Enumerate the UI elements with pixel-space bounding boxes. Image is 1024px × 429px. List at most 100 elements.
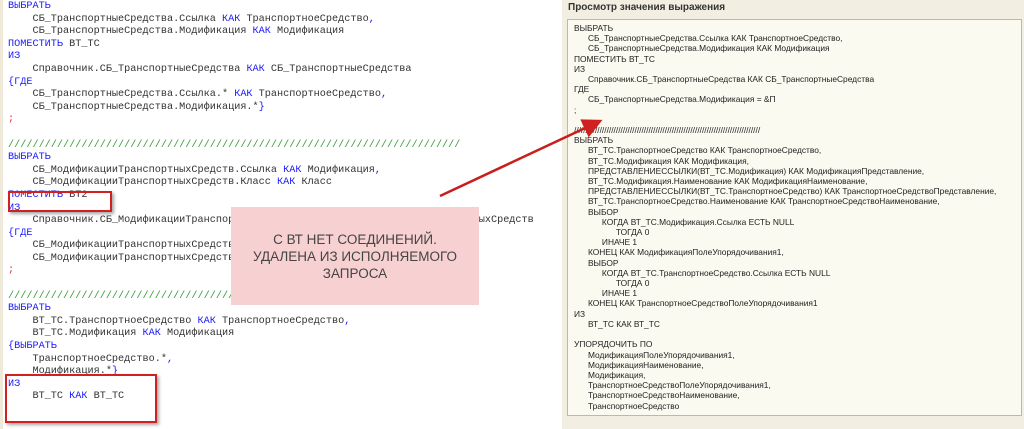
code-token: СБ_ТранспортныеСредства.Ссылка: [8, 13, 222, 25]
expression-line: МодификацияНаименование,: [574, 359, 704, 370]
code-token: СБ_МодификацииТранспортныхСредств.Класс: [8, 177, 277, 189]
expression-line: КОГДА ВТ_ТС.Модификация.Ссылка ЕСТЬ NULL: [574, 216, 795, 227]
expression-line: ТОГДА 0: [574, 278, 650, 289]
code-line: СБ_ТранспортныеСредства.Модификация КАК …: [8, 26, 534, 39]
code-token: ,: [166, 353, 174, 365]
code-token: }: [258, 101, 265, 113]
code-token: КАК: [283, 164, 302, 176]
code-token: Модификация: [301, 164, 375, 176]
code-token: ВЫБРАТЬ: [8, 1, 51, 12]
expression-line: [574, 329, 996, 339]
expression-line: ;: [574, 104, 577, 115]
expression-text-area[interactable]: ВЫБРАТЬ СБ_ТранспортныеСредства.Ссылка К…: [567, 19, 1022, 416]
code-token: КАК: [234, 89, 253, 101]
expression-line: ПРЕДСТАВЛЕНИЕССЫЛКИ(ВТ_ТС.Модификация) К…: [574, 165, 925, 176]
expression-line: КОГДА ВТ_ТС.ТранспортноеСредство.Ссылка …: [574, 267, 831, 278]
code-token: ;: [8, 114, 15, 126]
expression-line: ТОГДА 0: [574, 227, 650, 238]
code-line: {ВЫБРАТЬ: [8, 341, 534, 354]
expression-line: ВТ_ТС.Модификация.Наименование КАК Модиф…: [574, 176, 868, 187]
code-line: ВТ_ТС.Модификация КАК Модификация: [8, 328, 534, 341]
expression-line: ВЫБОР: [574, 206, 619, 217]
code-token: КАК: [142, 328, 161, 340]
code-token: Класс: [295, 177, 333, 189]
code-token: {ВЫБРАТЬ: [8, 341, 57, 353]
code-token: ПОМЕСТИТЬ: [8, 38, 64, 50]
code-line: ВТ_ТС.ТранспортноеСредство КАК Транспорт…: [8, 316, 534, 329]
code-line: ;: [8, 114, 534, 127]
code-token: КАК: [197, 315, 216, 327]
expression-line: ГДЕ: [574, 84, 590, 95]
code-token: СБ_ТранспортныеСредства: [264, 63, 412, 75]
expression-line: ВЫБОР: [574, 257, 619, 268]
expression-line: ВТ_ТС.ТранспортноеСредство КАК Транспорт…: [574, 145, 822, 156]
expression-line: УПОРЯДОЧИТЬ ПО: [574, 339, 653, 350]
code-token: Справочник.СБ_ТранспортныеСредства: [8, 63, 247, 75]
code-token: ВЫБРАТЬ: [8, 303, 51, 315]
code-token: КАК: [277, 177, 296, 189]
expression-line: СБ_ТранспортныеСредства.Модификация = &П: [574, 94, 776, 105]
code-line: ИЗ: [8, 51, 534, 64]
expression-line: КОНЕЦ КАК ТранспортноеСредствоПолеУпоряд…: [574, 298, 818, 309]
code-line: ТранспортноеСредство.*,: [8, 354, 534, 367]
expression-value-panel: Просмотр значения выражения ВЫБРАТЬ СБ_Т…: [562, 0, 1024, 429]
code-token: ,: [374, 164, 381, 176]
expression-line: КОНЕЦ КАК МодификацияПолеУпорядочивания1…: [574, 247, 784, 258]
expression-line: ////////////////////////////////////////…: [574, 125, 761, 136]
code-token: ,: [368, 13, 375, 25]
code-token: ТранспортноеСредство: [252, 89, 381, 101]
code-token: КАК: [246, 63, 265, 75]
code-line: СБ_МодификацииТранспортныхСредств.Класс …: [8, 177, 534, 190]
code-line: ВЫБРАТЬ: [8, 152, 534, 165]
expression-line: [574, 115, 996, 125]
expression-line: ВТ_ТС КАК ВТ_ТС: [574, 318, 660, 329]
expression-line: ПОМЕСТИТЬ ВТ_ТС: [574, 53, 655, 64]
code-token: Модификация: [160, 328, 235, 340]
expression-line: ВТ_ТС.Модификация КАК Модификация,: [574, 155, 749, 166]
expression-line: ИЗ: [574, 63, 586, 74]
code-token: СБ_ТранспортныеСредства.Ссылка.*: [8, 89, 235, 101]
expression-line: СБ_ТранспортныеСредства.Модификация КАК …: [574, 43, 830, 54]
annotation-text: С ВТ НЕТ СОЕДИНЕНИЙ. УДАЛЕНА ИЗ ИСПОЛНЯЕ…: [252, 231, 458, 281]
code-line: СБ_ТранспортныеСредства.Модификация.*}: [8, 102, 534, 115]
code-token: ВТ_ТС: [63, 38, 100, 50]
code-line: СБ_ТранспортныеСредства.Ссылка КАК Транс…: [8, 14, 534, 27]
code-line: ВЫБРАТЬ: [8, 303, 534, 316]
expression-line: СБ_ТранспортныеСредства.Ссылка КАК Транс…: [574, 33, 843, 44]
code-line: СБ_МодификацииТранспортныхСредств.Ссылка…: [8, 165, 534, 178]
expression-line: ТранспортноеСредствоНаименование,: [574, 390, 740, 401]
expression-line: ВЫБРАТЬ: [574, 23, 614, 33]
expression-line: ВЫБРАТЬ: [574, 135, 614, 146]
highlight-box-from: [5, 374, 157, 423]
code-token: ТранспортноеСредство: [240, 13, 369, 25]
expression-line: Модификация,: [574, 369, 646, 380]
expression-line: ИЗ: [574, 308, 586, 319]
code-line: СБ_ТранспортныеСредства.Ссылка.* КАК Тра…: [8, 89, 534, 102]
code-token: ,: [380, 89, 388, 101]
code-token: ////////////////////////////////////////…: [8, 139, 461, 151]
code-line: ////////////////////////////////////////…: [8, 140, 534, 153]
expression-line: ПРЕДСТАВЛЕНИЕССЫЛКИ(ВТ_ТС.ТранспортноеСр…: [574, 186, 997, 197]
expression-line: ВТ_ТС.ТранспортноеСредство.Наименование …: [574, 196, 940, 207]
code-token: КАК: [221, 13, 241, 25]
code-token: ВТ_ТС.Модификация: [8, 328, 143, 340]
code-token: ;: [8, 265, 15, 277]
expression-line: ТранспортноеСредствоПолеУпорядочивания1,: [574, 380, 771, 391]
code-token: СБ_ТранспортныеСредства.Модификация: [8, 26, 253, 38]
code-token: КАК: [252, 26, 271, 38]
code-token: ,: [344, 315, 351, 327]
code-token: ТранспортноеСредство.*: [8, 353, 167, 365]
expression-line: Справочник.СБ_ТранспортныеСредства КАК С…: [574, 74, 875, 85]
code-token: ВЫБРАТЬ: [8, 152, 51, 164]
panel-title: Просмотр значения выражения: [568, 2, 726, 13]
expression-line: ИНАЧЕ 1: [574, 288, 638, 299]
code-token: СБ_МодификацииТранспортныхСредств.Ссылка: [8, 164, 284, 176]
highlight-box-bt2: [8, 191, 112, 212]
code-token: ИЗ: [8, 51, 21, 63]
code-token: {ГДЕ: [8, 227, 33, 239]
expression-line: ИНАЧЕ 1: [574, 237, 638, 248]
expression-code: ВЫБРАТЬ СБ_ТранспортныеСредства.Ссылка К…: [574, 23, 996, 411]
expression-line: ТранспортноеСредство: [574, 400, 680, 411]
code-token: ВТ_ТС.ТранспортноеСредство: [8, 315, 198, 327]
